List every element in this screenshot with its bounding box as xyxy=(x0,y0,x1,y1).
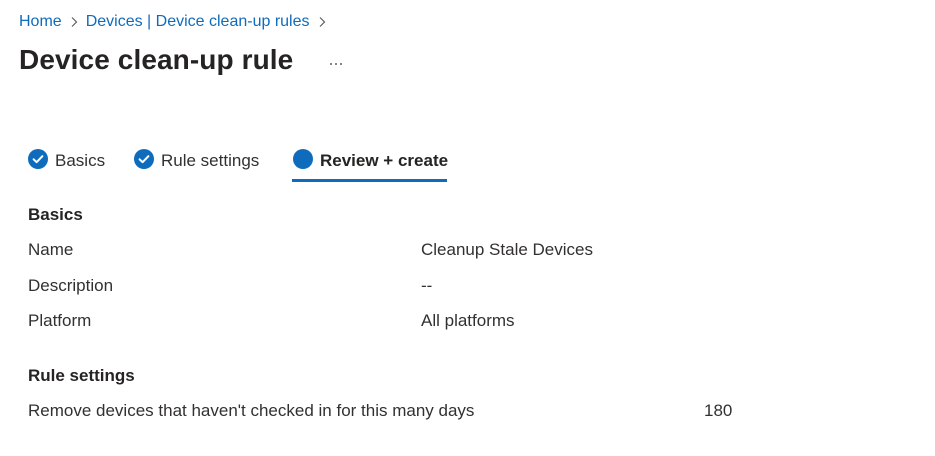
ellipsis-dot xyxy=(335,63,337,65)
more-options-button[interactable] xyxy=(322,52,350,76)
breadcrumb-home-link[interactable]: Home xyxy=(19,13,62,31)
review-value-inactive-days: 180 xyxy=(704,401,733,420)
chevron-right-icon xyxy=(310,11,334,33)
tab-review-create[interactable]: Review + create xyxy=(293,138,448,184)
checkmark-circle-icon xyxy=(134,149,154,169)
breadcrumb: Home Devices | Device clean-up rules xyxy=(19,11,334,33)
tab-rule-settings-label: Rule settings xyxy=(161,151,260,170)
review-label-description: Description xyxy=(28,276,114,295)
tab-basics-label: Basics xyxy=(55,151,106,170)
filled-circle-icon xyxy=(293,149,313,169)
review-create-page: Home Devices | Device clean-up rules Dev… xyxy=(0,0,935,456)
active-tab-indicator xyxy=(292,179,447,182)
breadcrumb-device-cleanup-rules-link[interactable]: Devices | Device clean-up rules xyxy=(86,13,310,31)
review-value-description: -- xyxy=(421,276,433,295)
ellipsis-dot xyxy=(340,63,342,65)
chevron-right-icon xyxy=(62,11,86,33)
review-label-inactive-days: Remove devices that haven't checked in f… xyxy=(28,401,475,420)
ellipsis-icon xyxy=(330,63,332,65)
review-label-platform: Platform xyxy=(28,311,92,330)
page-title: Device clean-up rule xyxy=(19,44,294,75)
review-value-name: Cleanup Stale Devices xyxy=(421,240,593,259)
checkmark-circle-icon xyxy=(28,149,48,169)
section-heading-basics: Basics xyxy=(28,205,83,224)
tab-rule-settings[interactable]: Rule settings xyxy=(134,138,259,184)
tab-review-create-label: Review + create xyxy=(320,151,449,170)
review-label-name: Name xyxy=(28,240,74,259)
review-value-platform: All platforms xyxy=(421,311,515,330)
tab-basics[interactable]: Basics xyxy=(28,138,105,184)
section-heading-rule-settings: Rule settings xyxy=(28,366,135,385)
